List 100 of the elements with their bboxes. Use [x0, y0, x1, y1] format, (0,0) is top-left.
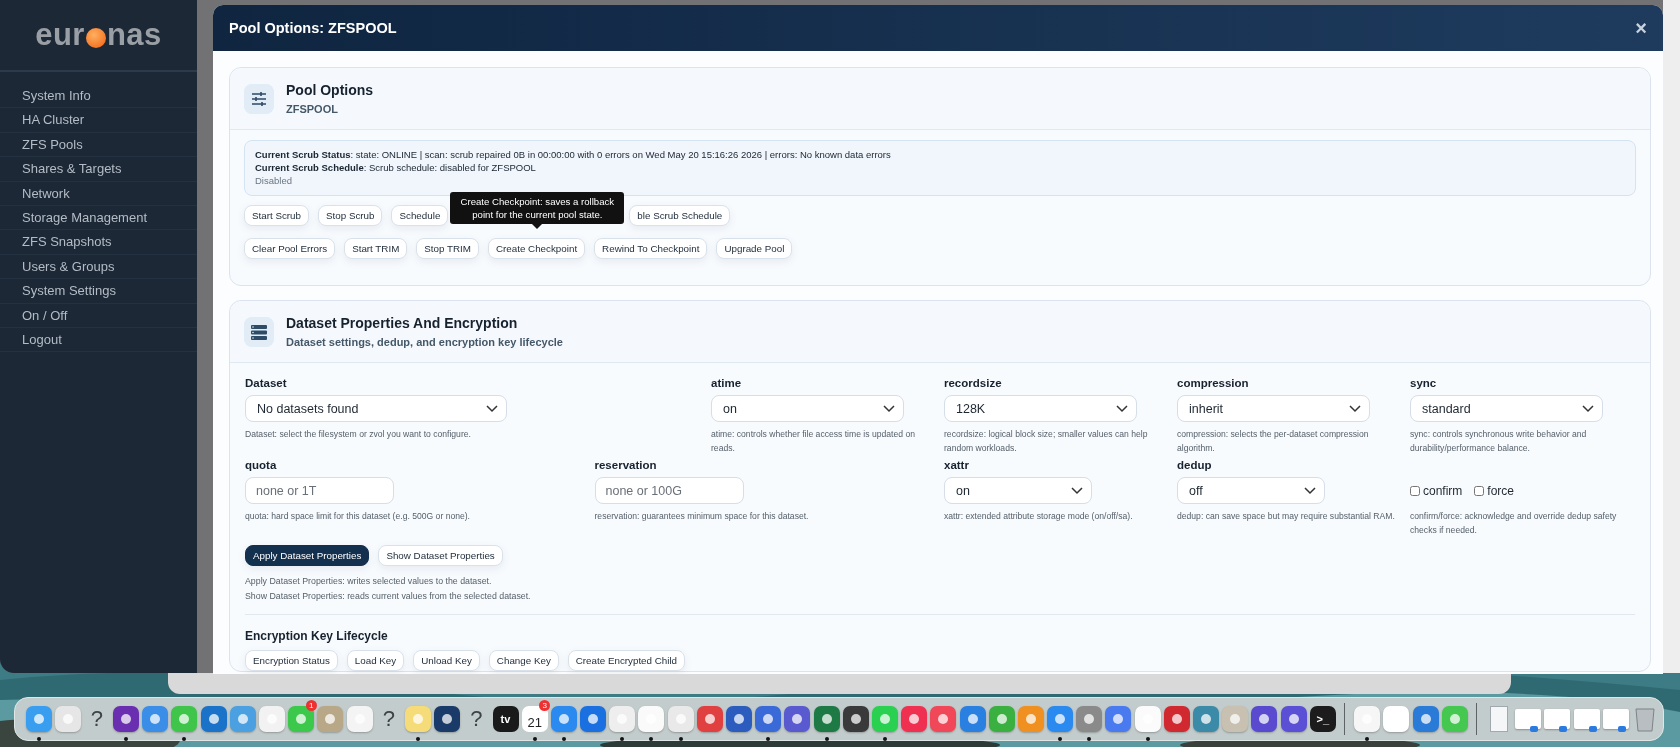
app-icon[interactable] [726, 706, 752, 732]
notification-badge: 3 [539, 700, 551, 711]
checkbox[interactable] [1474, 485, 1485, 496]
sidebar-item[interactable]: System Info [0, 84, 197, 109]
action-button[interactable]: Schedule [391, 205, 449, 226]
window-thumbnail[interactable] [1573, 709, 1600, 729]
close-button[interactable]: × [1631, 16, 1651, 40]
status-note: Disabled [255, 174, 293, 187]
field-label: atime [711, 376, 742, 391]
checkbox[interactable] [1410, 485, 1420, 496]
chevron-down-icon [1071, 486, 1083, 495]
field-label: dedup [1177, 458, 1212, 473]
question-mark-icon[interactable]: ? [90, 706, 103, 732]
select-field[interactable]: off [1177, 477, 1325, 504]
status-line: Current Scrub Status: state: ONLINE | scan: scrub repaired 0B in 00:00:00 with 0 errors on Wed May 20 15:16:26 2026 | errors: No known data errors [255, 148, 892, 161]
window-thumbnail[interactable] [1602, 709, 1629, 729]
action-button[interactable]: Stop TRIM [416, 238, 479, 259]
card-title: Dataset Properties And Encryption [286, 315, 519, 331]
checkbox-label: confirm [1423, 483, 1463, 498]
window-thumbnail[interactable] [1544, 709, 1571, 729]
select-field[interactable]: on [944, 477, 1092, 504]
field-label: sync [1410, 376, 1437, 391]
app-icon[interactable] [288, 706, 315, 732]
action-button[interactable]: Unload Key [413, 650, 480, 671]
action-button[interactable]: Start TRIM [344, 238, 408, 259]
sidebar-item[interactable]: Users & Groups [0, 254, 197, 280]
action-button[interactable]: Show Dataset Properties [378, 545, 503, 566]
app-icon[interactable] [1251, 706, 1278, 732]
select-field[interactable]: on [711, 395, 904, 422]
help-text: dedup: can save space but may require substantial RAM. [1177, 510, 1395, 523]
action-button[interactable]: Encryption Status [245, 650, 338, 671]
action-button[interactable]: Clear Pool Errors [244, 238, 336, 259]
action-button[interactable]: Load Key [346, 650, 405, 671]
app-icon[interactable] [755, 706, 782, 732]
sidebar-item[interactable]: Logout [0, 327, 197, 353]
window-thumbnail[interactable] [1515, 709, 1542, 729]
app-icon[interactable] [784, 706, 811, 732]
action-button[interactable]: Apply Dataset Properties [245, 545, 370, 566]
action-button[interactable]: Create Checkpoint [487, 238, 586, 259]
chevron-down-icon [486, 404, 498, 413]
select-field[interactable]: No datasets found [245, 395, 507, 422]
help-text: atime: controls whether file access time is updated on reads. [711, 428, 916, 455]
question-mark-icon[interactable]: ? [470, 706, 483, 732]
chevron-down-icon [1582, 404, 1594, 413]
field-label: compression [1177, 376, 1249, 391]
action-button[interactable]: Create Encrypted Child [567, 650, 686, 671]
help-text: quota: hard space limit for this dataset (e.g. 500G or none). [245, 510, 470, 523]
action-button[interactable]: Rewind To Checkpoint [594, 238, 708, 259]
field-label: Dataset [245, 376, 287, 391]
card-subtitle: Dataset settings, dedup, and encryption key lifecycle [286, 336, 563, 348]
app-icon[interactable]: tv [492, 706, 519, 732]
card-subtitle: ZFSPOOL [286, 103, 339, 115]
action-button[interactable]: Stop Scrub [318, 205, 383, 226]
app-icon[interactable] [1163, 706, 1190, 732]
sidebar-item[interactable]: HA Cluster [0, 108, 197, 133]
app-icon[interactable] [434, 706, 461, 732]
field-label: xattr [944, 458, 969, 473]
app-icon[interactable] [580, 706, 607, 732]
sidebar-item[interactable]: Network [0, 181, 197, 206]
sidebar-item[interactable]: System Settings [0, 279, 197, 304]
chevron-down-icon [1349, 404, 1361, 413]
sidebar-item[interactable]: On / Off [0, 303, 197, 328]
select-field[interactable]: inherit [1177, 395, 1370, 422]
action-button[interactable]: Upgrade Pool [716, 238, 793, 259]
select-field[interactable]: standard [1410, 395, 1603, 422]
sidebar-item[interactable]: ZFS Snapshots [0, 230, 197, 255]
help-text: compression: selects the per-dataset compression algorithm. [1177, 428, 1370, 455]
app-icon[interactable] [113, 706, 140, 732]
input-field[interactable]: none or 100G [594, 477, 744, 504]
select-field[interactable]: 128K [944, 395, 1137, 422]
help-text: reservation: guarantees minimum space for this dataset. [594, 510, 809, 523]
app-icon[interactable] [813, 706, 840, 732]
help-text: sync: controls synchronous write behavior and durability/performance balance. [1410, 428, 1588, 455]
checkbox-label: force [1487, 483, 1515, 498]
input-field[interactable]: none or 1T [245, 477, 394, 504]
app-icon[interactable] [1280, 706, 1307, 732]
notification-badge: 1 [305, 700, 317, 711]
chevron-down-icon [1116, 404, 1128, 413]
app-icon[interactable] [200, 706, 227, 732]
question-mark-icon[interactable]: ? [382, 706, 395, 732]
sidebar-item[interactable]: Shares & Targets [0, 157, 197, 182]
field-label: quota [245, 458, 277, 473]
sidebar-item[interactable]: Storage Management [0, 205, 197, 231]
app-icon[interactable] [842, 706, 869, 732]
logo: eur nas [0, 0, 197, 72]
chevron-down-icon [1304, 486, 1316, 495]
action-button[interactable]: Start Scrub [244, 205, 309, 226]
action-button[interactable]: ble Scrub Schedule [629, 205, 731, 226]
help-text: recordsize: logical block size; smaller values can help random workloads. [944, 428, 1149, 455]
sidebar-item[interactable]: ZFS Pools [0, 132, 197, 158]
trash-icon[interactable] [1635, 706, 1655, 732]
chevron-down-icon [883, 404, 895, 413]
app-icon[interactable] [1412, 706, 1439, 732]
document-icon[interactable] [1490, 706, 1509, 732]
app-icon[interactable]: >_ [1309, 706, 1336, 732]
card-title: Pool Options [286, 82, 374, 98]
tooltip: Create Checkpoint: saves a rollback point for the current pool state. [450, 192, 625, 229]
help-text: xattr: extended attribute storage mode (on/off/sa). [944, 510, 1133, 523]
help-text: Dataset: select the filesystem or zvol you want to configure. [245, 428, 471, 441]
action-button[interactable]: Change Key [488, 650, 559, 671]
